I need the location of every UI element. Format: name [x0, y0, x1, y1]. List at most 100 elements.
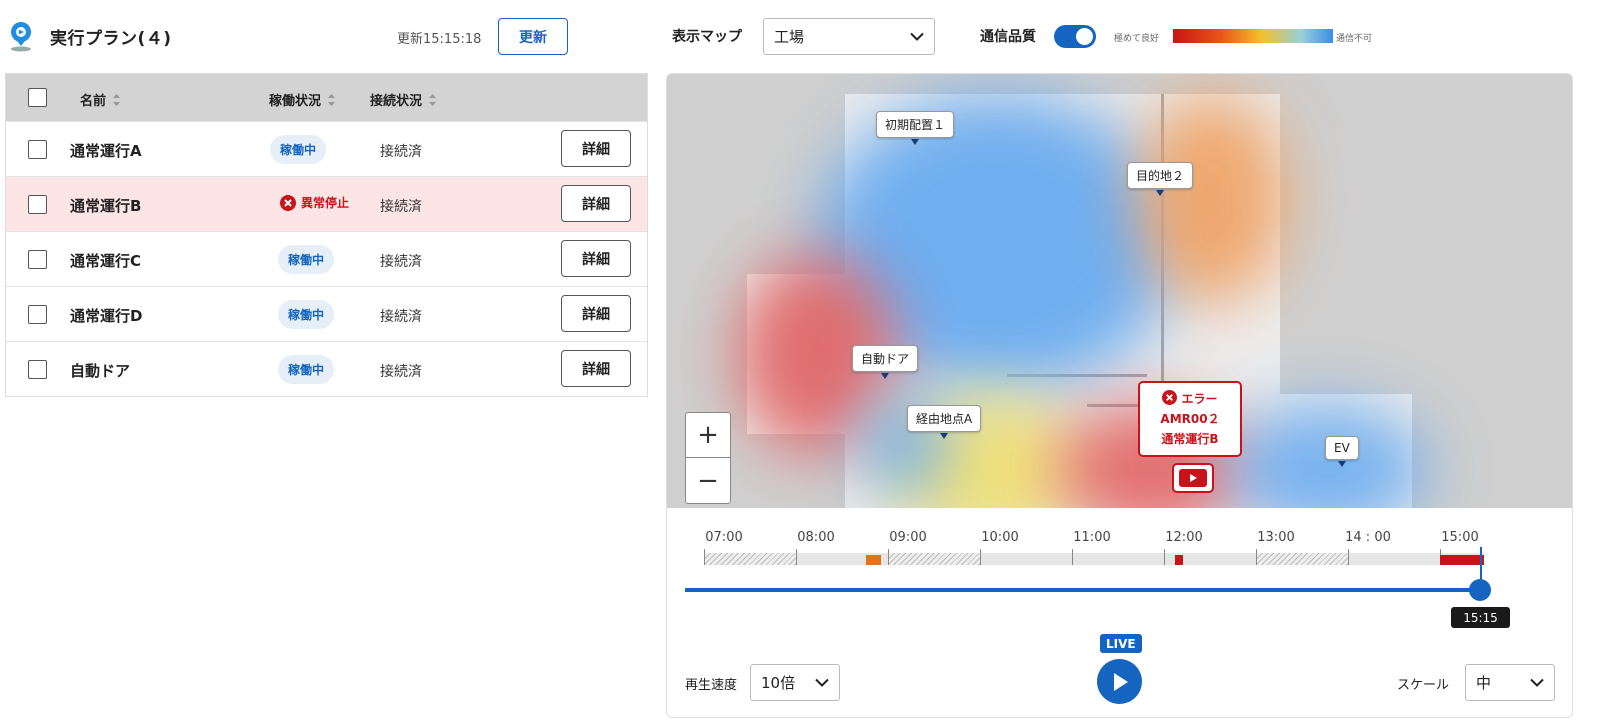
sort-icon [429, 93, 437, 106]
column-header-status[interactable]: 稼働状況 [269, 90, 336, 109]
sort-icon [113, 93, 121, 106]
connection-status: 接続済 [380, 144, 422, 160]
current-time-tooltip: 15:15 [1451, 607, 1510, 628]
timeline-no-data [704, 553, 796, 565]
playback-slider-handle[interactable] [1469, 579, 1491, 601]
quality-heat-mid [1137, 94, 1287, 304]
quality-toggle[interactable] [1054, 25, 1096, 48]
zoom-out-button[interactable]: − [686, 458, 730, 503]
error-plan-name: 通常運行B [1161, 432, 1219, 446]
timeline-no-data [888, 553, 980, 565]
quality-legend-bar [1173, 29, 1333, 43]
factory-map[interactable]: 初期配置１ 目的地２ 自動ドア 経由地点A EV エラー AMR00２ 通常運行… [667, 74, 1572, 508]
timeline-tick [1348, 549, 1349, 565]
scale-label: スケール [1397, 678, 1450, 693]
select-all-checkbox[interactable] [28, 88, 47, 107]
timeline-tick [796, 549, 797, 565]
timeline-error-mark[interactable] [1175, 555, 1183, 565]
detail-button[interactable]: 詳細 [561, 130, 631, 167]
detail-button[interactable]: 詳細 [561, 185, 631, 222]
scale-value: 中 [1476, 674, 1492, 692]
row-checkbox[interactable] [28, 305, 47, 324]
row-name: 自動ドア [70, 362, 131, 380]
timeline-tick-label: 08:00 [797, 530, 835, 545]
table-row[interactable]: 自動ドア 稼働中 接続済 詳細 [6, 341, 647, 396]
error-robot-id: AMR00２ [1160, 412, 1220, 426]
robot-marker[interactable] [1172, 463, 1214, 493]
last-updated-text: 更新15:15:18 [397, 32, 482, 47]
map-pin[interactable]: 自動ドア [852, 345, 919, 372]
playback-position-line [1480, 547, 1482, 583]
error-title-line: エラー [1140, 389, 1240, 409]
status-badge: 稼働中 [278, 300, 335, 329]
connection-status: 接続済 [380, 364, 422, 380]
error-card[interactable]: エラー AMR00２ 通常運行B [1138, 381, 1242, 457]
table-row[interactable]: 通常運行A 稼働中 接続済 詳細 [6, 121, 647, 176]
map-pin[interactable]: 目的地２ [1127, 162, 1194, 189]
table-row[interactable]: 通常運行B 異常停止 接続済 詳細 [6, 176, 647, 231]
map-panel: 初期配置１ 目的地２ 自動ドア 経由地点A EV エラー AMR00２ 通常運行… [666, 73, 1573, 718]
status-badge: 稼働中 [270, 135, 327, 164]
status-badge: 稼働中 [278, 355, 335, 384]
map-select[interactable]: 工場 [763, 18, 935, 55]
row-name: 通常運行A [70, 142, 142, 160]
timeline-tick [888, 549, 889, 565]
playback-slider-track[interactable] [685, 588, 1481, 592]
connection-status: 接続済 [380, 254, 422, 270]
legend-good-label: 極めて良好 [1114, 34, 1160, 44]
row-name: 通常運行D [70, 307, 143, 325]
timeline-track[interactable] [704, 549, 1484, 565]
table-row[interactable]: 通常運行D 稼働中 接続済 詳細 [6, 286, 647, 341]
timeline-tick-label: 10:00 [981, 530, 1019, 545]
timeline-tick-label: 09:00 [889, 530, 927, 545]
detail-button[interactable]: 詳細 [561, 350, 631, 387]
timeline-error-mark[interactable] [1440, 555, 1484, 565]
timeline-tick [1072, 549, 1073, 565]
timeline-warning-mark[interactable] [866, 555, 881, 565]
play-button[interactable] [1097, 659, 1142, 704]
play-icon [1113, 672, 1128, 691]
zoom-controls: + − [685, 412, 731, 504]
row-checkbox[interactable] [28, 250, 47, 269]
row-checkbox[interactable] [28, 360, 47, 379]
status-badge: 稼働中 [278, 245, 335, 274]
timeline-tick [1256, 549, 1257, 565]
detail-button[interactable]: 詳細 [561, 295, 631, 332]
timeline-tick-label: 12:00 [1165, 530, 1203, 545]
table-header: 名前 稼働状況 接続状況 [6, 74, 647, 121]
map-select-value: 工場 [774, 28, 805, 46]
timeline-tick [1164, 549, 1165, 565]
error-circle-icon [280, 194, 296, 211]
row-name: 通常運行C [70, 252, 142, 270]
zoom-in-button[interactable]: + [686, 413, 730, 458]
row-checkbox[interactable] [28, 140, 47, 159]
column-header-connection[interactable]: 接続状況 [370, 90, 437, 109]
row-name: 通常運行B [70, 197, 142, 215]
live-badge[interactable]: LIVE [1100, 634, 1142, 653]
timeline-tick-label: 07:00 [705, 530, 743, 545]
refresh-button[interactable]: 更新 [498, 18, 568, 55]
map-select-label: 表示マップ [672, 29, 742, 45]
row-checkbox[interactable] [28, 195, 47, 214]
map-pin[interactable]: 初期配置１ [876, 111, 955, 138]
column-header-name[interactable]: 名前 [80, 90, 121, 109]
detail-button[interactable]: 詳細 [561, 240, 631, 277]
speed-label: 再生速度 [685, 678, 738, 693]
map-pin[interactable]: 経由地点A [907, 405, 982, 432]
timeline-tick-label: 13:00 [1257, 530, 1295, 545]
table-row[interactable]: 通常運行C 稼働中 接続済 詳細 [6, 231, 647, 286]
map-pin[interactable]: EV [1325, 436, 1359, 460]
connection-status: 接続済 [380, 309, 422, 325]
timeline-tick [980, 549, 981, 565]
chevron-down-icon [910, 32, 924, 41]
robot-camera-icon [1179, 469, 1207, 487]
chevron-down-icon [815, 678, 829, 687]
legend-bad-label: 通信不可 [1336, 34, 1373, 44]
scale-select[interactable]: 中 [1465, 664, 1555, 701]
sort-icon [328, 93, 336, 106]
timeline-no-data [1256, 553, 1348, 565]
timeline-tick-label: 15:00 [1441, 530, 1479, 545]
page-title: 実行プラン(４) [50, 29, 172, 49]
app-logo-icon [11, 22, 31, 52]
speed-select[interactable]: 10倍 [750, 664, 840, 701]
